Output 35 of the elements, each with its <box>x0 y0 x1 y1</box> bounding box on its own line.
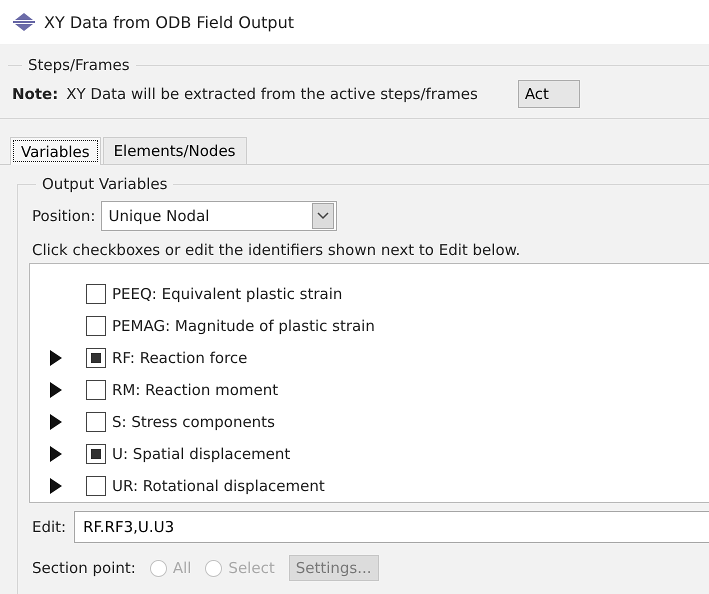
checkbox[interactable] <box>86 316 106 336</box>
checkbox[interactable] <box>86 444 106 464</box>
tree-item-label[interactable]: RF: Reaction force <box>112 349 248 367</box>
tree-item-label[interactable]: U: Spatial displacement <box>112 445 290 463</box>
tree-item-label[interactable]: PEMAG: Magnitude of plastic strain <box>112 317 375 335</box>
tree-item-label[interactable]: UR: Rotational displacement <box>112 477 325 495</box>
note-text: XY Data will be extracted from the active steps/frames <box>66 85 478 103</box>
group-title: Steps/Frames <box>27 56 131 74</box>
checkbox[interactable] <box>86 476 106 496</box>
checkbox[interactable] <box>86 380 106 400</box>
active-steps-button[interactable]: Act <box>518 80 580 108</box>
position-label: Position: <box>32 207 96 225</box>
edit-label: Edit: <box>32 518 66 536</box>
tab[interactable]: Variables <box>10 137 101 165</box>
tree-item-label[interactable]: RM: Reaction moment <box>112 381 278 399</box>
edit-field[interactable]: RF.RF3,U.U3 <box>74 511 709 543</box>
expand-arrow-icon[interactable] <box>50 414 62 430</box>
expand-arrow-icon[interactable] <box>50 350 62 366</box>
checkbox[interactable] <box>86 412 106 432</box>
checkbox[interactable] <box>86 348 106 368</box>
note-label: Note: <box>12 85 58 103</box>
chevron-down-icon <box>317 212 330 220</box>
window-title: XY Data from ODB Field Output <box>44 12 294 32</box>
tree-item-label[interactable]: S: Stress components <box>112 413 275 431</box>
expand-arrow-icon[interactable] <box>50 446 62 462</box>
tree-item-label[interactable]: PEEQ: Equivalent plastic strain <box>112 285 342 303</box>
tab[interactable]: Elements/Nodes <box>102 137 246 164</box>
expand-arrow-icon[interactable] <box>50 478 62 494</box>
app-logo-icon <box>12 13 36 31</box>
group-title: Output Variables <box>41 175 168 193</box>
instruction-text: Click checkboxes or edit the identifiers shown next to Edit below. <box>32 241 522 259</box>
section-point-label: Section point: <box>32 559 136 577</box>
position-dropdown[interactable]: Unique Nodal <box>101 201 338 231</box>
expand-arrow-icon[interactable] <box>50 382 62 398</box>
checkbox[interactable] <box>86 284 106 304</box>
